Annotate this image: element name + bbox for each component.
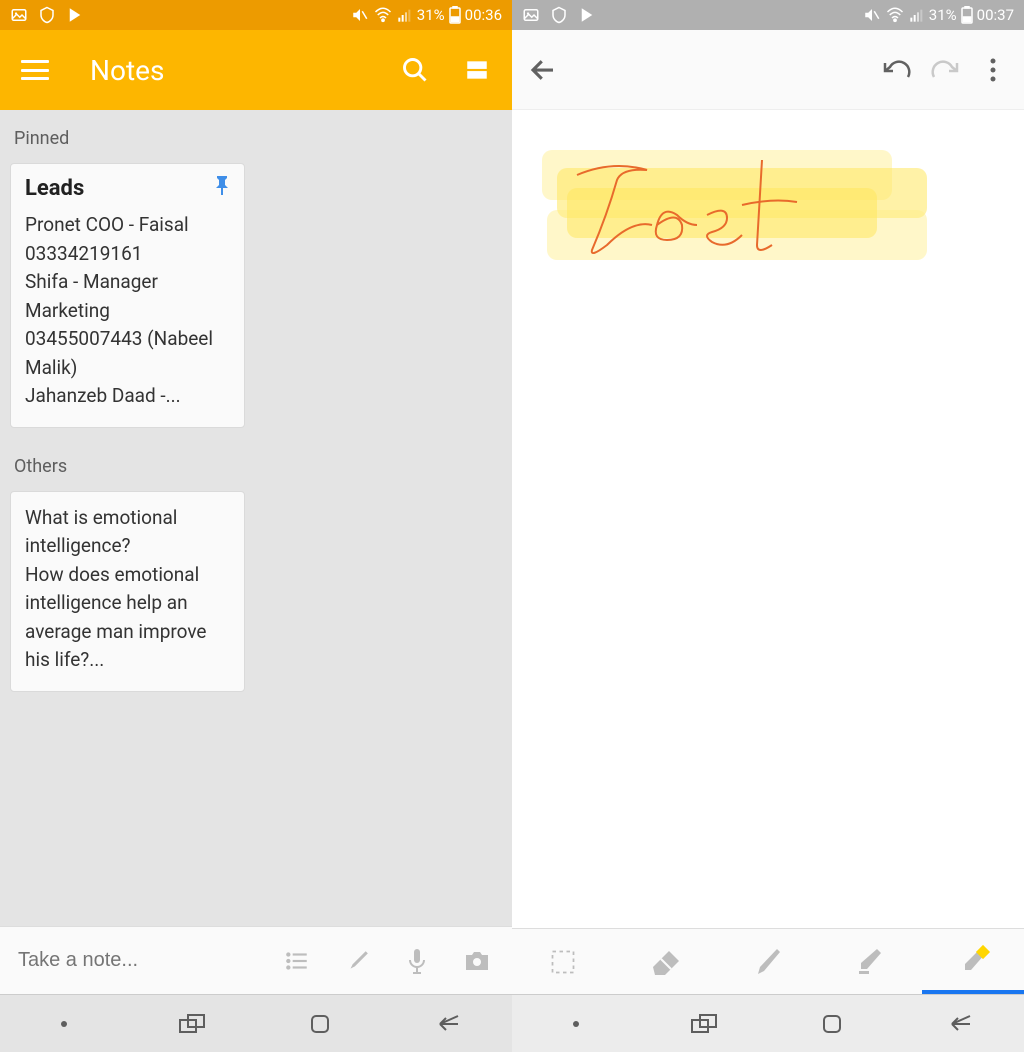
image-icon	[10, 6, 28, 24]
nav-back-icon[interactable]	[945, 1009, 975, 1039]
eraser-tool[interactable]	[614, 929, 716, 994]
wifi-icon	[373, 6, 393, 24]
view-toggle-icon[interactable]	[460, 53, 494, 87]
image-icon	[522, 6, 540, 24]
appbar-drawing	[512, 30, 1024, 110]
note-title: Leads	[25, 176, 84, 201]
note-body: What is emotional intelligence? How does…	[25, 504, 230, 675]
brush-icon[interactable]	[340, 944, 374, 978]
handwritten-text	[562, 140, 862, 270]
mic-icon[interactable]	[400, 944, 434, 978]
overflow-icon[interactable]	[976, 53, 1010, 87]
shield-icon	[38, 6, 56, 24]
note-card-other[interactable]: What is emotional intelligence? How does…	[10, 491, 245, 692]
system-navbar-right	[512, 994, 1024, 1052]
marker-tool[interactable]	[819, 929, 921, 994]
search-icon[interactable]	[398, 53, 432, 87]
battery-percent: 31%	[929, 6, 957, 24]
list-icon[interactable]	[280, 944, 314, 978]
note-card-pinned[interactable]: Leads Pronet COO - Faisal 03334219161 Sh…	[10, 163, 245, 428]
compose-bar	[0, 926, 512, 994]
nav-back-icon[interactable]	[433, 1009, 463, 1039]
page-title: Notes	[90, 54, 370, 87]
play-icon	[578, 6, 596, 24]
undo-icon[interactable]	[880, 53, 914, 87]
status-bar-left: 31% 00:36	[0, 0, 512, 30]
highlighter-tool[interactable]	[922, 929, 1024, 994]
hamburger-icon[interactable]	[18, 53, 52, 87]
nav-home-icon[interactable]	[817, 1009, 847, 1039]
battery-percent: 31%	[417, 6, 445, 24]
signal-icon	[397, 7, 413, 23]
section-pinned-label: Pinned	[14, 128, 502, 149]
mute-icon	[863, 6, 881, 24]
pin-icon	[214, 176, 230, 201]
status-bar-right: 31% 00:37	[512, 0, 1024, 30]
drawing-canvas[interactable]	[512, 110, 1024, 928]
compose-input[interactable]	[18, 949, 254, 972]
mute-icon	[351, 6, 369, 24]
status-time: 00:37	[977, 6, 1014, 24]
section-others-label: Others	[14, 456, 502, 477]
nav-dot-icon[interactable]	[561, 1009, 591, 1039]
nav-dot-icon[interactable]	[49, 1009, 79, 1039]
signal-icon	[909, 7, 925, 23]
note-body: Pronet COO - Faisal 03334219161 Shifa - …	[25, 211, 230, 411]
redo-icon[interactable]	[928, 53, 962, 87]
appbar-notes: Notes	[0, 30, 512, 110]
shield-icon	[550, 6, 568, 24]
notes-list-body: Pinned Leads Pronet COO - Faisal 0333421…	[0, 110, 512, 926]
camera-icon[interactable]	[460, 944, 494, 978]
status-time: 00:36	[465, 6, 502, 24]
wifi-icon	[885, 6, 905, 24]
nav-home-icon[interactable]	[305, 1009, 335, 1039]
pen-tool[interactable]	[717, 929, 819, 994]
battery-icon	[961, 6, 973, 24]
phone-left-notes-list: 31% 00:36 Notes Pinned Leads Pronet COO …	[0, 0, 512, 1052]
back-icon[interactable]	[526, 53, 560, 87]
system-navbar-left	[0, 994, 512, 1052]
play-icon	[66, 6, 84, 24]
battery-icon	[449, 6, 461, 24]
phone-right-drawing: 31% 00:37	[512, 0, 1024, 1052]
nav-recent-icon[interactable]	[689, 1009, 719, 1039]
nav-recent-icon[interactable]	[177, 1009, 207, 1039]
select-tool[interactable]	[512, 929, 614, 994]
drawing-toolbar	[512, 928, 1024, 994]
